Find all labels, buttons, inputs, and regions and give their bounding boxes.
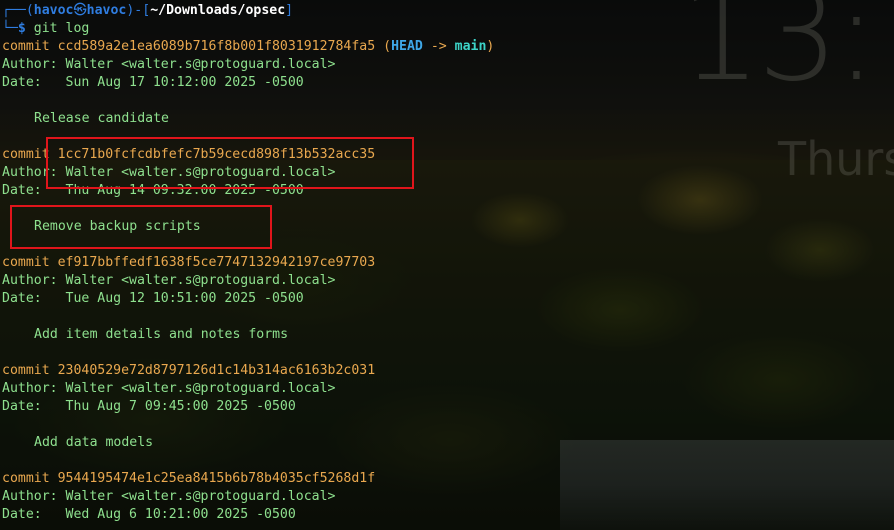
date-label: Date: [2, 291, 58, 306]
terminal-output[interactable]: ┌──(havoc㉿havoc)-[~/Downloads/opsec] └─$… [0, 2, 894, 530]
commit-hash-line: commit ccd589a2e1ea6089b716f8b001f803191… [0, 38, 894, 56]
commit-message: Add item details and notes forms [34, 327, 289, 342]
prompt-host: havoc [86, 3, 127, 18]
commit-label: commit [2, 39, 50, 54]
prompt-line: ┌──(havoc㉿havoc)-[~/Downloads/opsec] [0, 2, 894, 20]
commit-author-line: Author: Walter <walter.s@protoguard.loca… [0, 56, 894, 74]
commit-author: Walter <walter.s@protoguard.local> [65, 273, 336, 288]
date-label: Date: [2, 507, 58, 522]
prompt-dollar: $ [17, 21, 26, 36]
commit-author: Walter <walter.s@protoguard.local> [65, 489, 336, 504]
commit-author-line: Author: Walter <walter.s@protoguard.loca… [0, 380, 894, 398]
ref-close: ) [486, 39, 495, 54]
author-label: Author: [2, 489, 58, 504]
commit-date: Wed Aug 6 10:21:00 2025 -0500 [65, 507, 296, 522]
commit-hash: ef917bbffedf1638f5ce7747132942197ce97703 [57, 255, 376, 270]
commit-date-line: Date: Tue Aug 12 10:51:00 2025 -0500 [0, 290, 894, 308]
author-label: Author: [2, 57, 58, 72]
commit-date: Tue Aug 12 10:51:00 2025 -0500 [65, 291, 304, 306]
commit-hash-line: commit ef917bbffedf1638f5ce7747132942197… [0, 254, 894, 272]
ref-open: ( [383, 39, 392, 54]
prompt-frame-top: ┌──( [2, 3, 34, 18]
skull-icon: ㉿ [73, 3, 87, 18]
ref-arrow: -> [430, 39, 447, 54]
commit-author: Walter <walter.s@protoguard.local> [65, 381, 336, 396]
commit-hash-line: commit 9544195474e1c25ea8415b6b78b4035cf… [0, 470, 894, 488]
commit-author-line: Author: Walter <walter.s@protoguard.loca… [0, 272, 894, 290]
prompt-path: ~/Downloads/opsec [150, 3, 286, 18]
commit-date: Thu Aug 7 09:45:00 2025 -0500 [65, 399, 296, 414]
commit-hash-line: commit 23040529e72d8797126d1c14b314ac616… [0, 362, 894, 380]
commit-hash: ccd589a2e1ea6089b716f8b001f8031912784fa5 [57, 39, 376, 54]
author-label: Author: [2, 381, 58, 396]
commit-author-line: Author: Walter <walter.s@protoguard.loca… [0, 488, 894, 506]
commit-message-line: Release candidate [0, 110, 894, 128]
branch-ref: main [454, 39, 487, 54]
prompt-separator: )-[ [126, 3, 151, 18]
highlight-box-commit-message [10, 205, 272, 249]
prompt-close: ] [285, 3, 294, 18]
commit-message-line: Add item details and notes forms [0, 326, 894, 344]
commit-date: Sun Aug 17 10:12:00 2025 -0500 [65, 75, 304, 90]
commit-message: Release candidate [34, 111, 169, 126]
command-text: git log [33, 21, 90, 36]
prompt-frame-bottom: └─ [2, 21, 18, 36]
commit-date-line: Date: Sun Aug 17 10:12:00 2025 -0500 [0, 74, 894, 92]
author-label: Author: [2, 273, 58, 288]
commit-label: commit [2, 471, 50, 486]
commit-label: commit [2, 363, 50, 378]
date-label: Date: [2, 75, 58, 90]
commit-date-line: Date: Thu Aug 7 09:45:00 2025 -0500 [0, 398, 894, 416]
commit-hash: 9544195474e1c25ea8415b6b78b4035cf5268d1f [57, 471, 376, 486]
commit-message: Add data models [34, 435, 154, 450]
commit-label: commit [2, 147, 50, 162]
commit-hash: 23040529e72d8797126d1c14b314ac6163b2c031 [57, 363, 376, 378]
highlight-box-commit-hash [46, 137, 414, 189]
prompt-user: havoc [33, 3, 74, 18]
commit-author: Walter <walter.s@protoguard.local> [65, 57, 336, 72]
commit-date-line: Date: Wed Aug 6 10:21:00 2025 -0500 [0, 506, 894, 524]
date-label: Date: [2, 399, 58, 414]
commit-message-line: Add data models [0, 434, 894, 452]
commit-label: commit [2, 255, 50, 270]
head-ref: HEAD [391, 39, 423, 54]
command-line: └─$ git log [0, 20, 894, 38]
